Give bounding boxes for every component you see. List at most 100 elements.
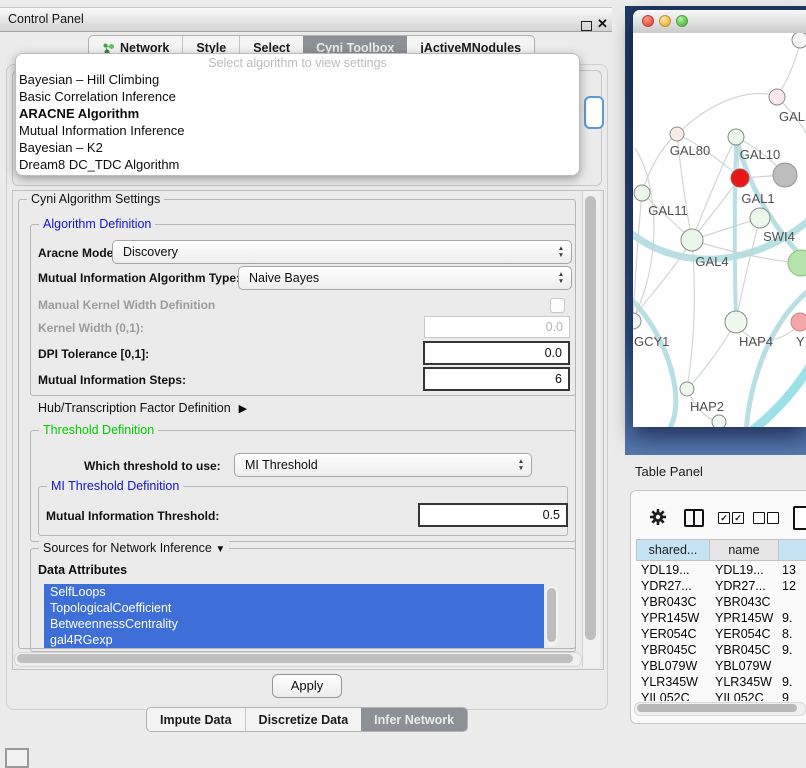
algorithm-option[interactable]: Bayesian – K2 [16, 139, 579, 156]
settings-vertical-scroll-thumb[interactable] [585, 196, 596, 640]
kernel-width-label: Kernel Width (0,1): [38, 321, 144, 335]
network-node-gal80[interactable] [670, 127, 684, 141]
group-title: Algorithm Definition [39, 217, 155, 231]
minimized-panel-icon[interactable] [5, 748, 29, 768]
node-label: GAL4 [695, 254, 728, 269]
table-cell: YBR045C [636, 642, 710, 658]
node-label: Y [796, 334, 805, 349]
tab-impute-data[interactable]: Impute Data [147, 708, 245, 731]
document-icon[interactable] [793, 506, 806, 530]
table-row[interactable]: YDL19...YDL19...13 [636, 562, 806, 578]
manual-kernel-checkbox[interactable] [550, 298, 565, 313]
network-node[interactable] [792, 33, 806, 48]
network-view-window: GALGAL80GAL10GAL1GAL11SWI4GAL4GCY1HAP4YH… [633, 10, 806, 427]
algorithm-option[interactable]: Mutual Information Inference [16, 122, 579, 139]
table-row[interactable]: YPR145WYPR145W9. [636, 610, 806, 626]
attributes-scroll-thumb[interactable] [547, 588, 556, 642]
network-node-swi4[interactable] [750, 208, 770, 228]
node-label: SWI4 [763, 229, 795, 244]
network-node-gal11[interactable] [634, 185, 650, 201]
column-header-name[interactable]: name [710, 539, 779, 561]
algorithm-options-list: Bayesian – Hill ClimbingBasic Correlatio… [16, 71, 579, 173]
network-node-gcy1[interactable] [633, 313, 641, 329]
check-glyph: ✓ [734, 513, 742, 523]
bottom-tabbar: Impute Data Discretize Data Infer Networ… [146, 707, 468, 732]
mi-steps-field[interactable]: 6 [423, 367, 570, 391]
checked-box-icon[interactable]: ✓ [718, 512, 730, 524]
node-label: GAL10 [740, 147, 780, 162]
network-canvas[interactable]: GALGAL80GAL10GAL1GAL11SWI4GAL4GCY1HAP4YH… [633, 33, 806, 427]
table-row[interactable]: YBR043CYBR043C [636, 594, 806, 610]
minimize-traffic-light[interactable] [659, 15, 671, 27]
table-row[interactable]: YER054CYER054C8. [636, 626, 806, 642]
network-node[interactable] [712, 415, 726, 427]
dpi-tolerance-field[interactable]: 0.0 [423, 341, 570, 365]
group-title: Cyni Algorithm Settings [27, 192, 164, 206]
table-row[interactable]: YLR345WYLR345W9. [636, 674, 806, 690]
attribute-item[interactable]: SelfLoops [44, 584, 544, 600]
focused-combo-fragment[interactable] [584, 96, 604, 129]
network-node[interactable] [788, 250, 806, 276]
float-window-button[interactable] [581, 21, 592, 31]
table-cell: YER054C [636, 626, 710, 642]
table-cell: YDL19... [636, 562, 710, 578]
network-node[interactable] [773, 163, 797, 187]
table-row[interactable]: YDR27...YDR27...12 [636, 578, 806, 594]
checked-box-icon[interactable]: ✓ [732, 512, 744, 524]
network-node-hap4[interactable] [725, 311, 747, 333]
hub-definition-label: Hub/Transcription Factor Definition [38, 401, 231, 415]
tab-infer-network[interactable]: Infer Network [361, 708, 467, 731]
zoom-traffic-light[interactable] [676, 15, 688, 27]
tab-discretize-data[interactable]: Discretize Data [245, 708, 362, 731]
unchecked-box-icon[interactable] [753, 512, 765, 524]
algorithm-option[interactable]: ARACNE Algorithm [16, 105, 579, 122]
network-node-gal4[interactable] [681, 229, 703, 251]
sources-toggle[interactable]: Sources for Network Inference ▼ [39, 541, 229, 555]
network-node-hap2[interactable] [680, 382, 694, 396]
algorithm-option[interactable]: Bayesian – Hill Climbing [16, 71, 579, 88]
close-traffic-light[interactable] [642, 15, 654, 27]
table-row[interactable]: YBR045CYBR045C9. [636, 642, 806, 658]
node-label: GAL [779, 109, 805, 124]
network-node-y[interactable] [791, 313, 806, 331]
selected-value: Discovery [123, 245, 178, 259]
aracne-mode-select[interactable]: Discovery ▲▼ [112, 240, 572, 264]
network-node-gal1[interactable] [731, 169, 749, 187]
column-header-shared[interactable]: shared... [636, 539, 710, 561]
split-columns-icon[interactable] [684, 509, 704, 527]
settings-horizontal-scroll-thumb[interactable] [17, 654, 573, 663]
network-node-gal[interactable] [769, 89, 785, 105]
mi-threshold-field[interactable]: 0.5 [418, 503, 568, 527]
which-threshold-select[interactable]: MI Threshold ▲▼ [234, 453, 532, 477]
column-header-clipped[interactable] [779, 539, 806, 561]
attribute-item[interactable]: gal4RGexp [44, 632, 544, 648]
table-row[interactable]: YBL079WYBL079W [636, 658, 806, 674]
attribute-item[interactable]: TopologicalCoefficient [44, 600, 544, 616]
table-cell: 9 [779, 690, 806, 701]
kernel-width-field[interactable]: 0.0 [424, 316, 570, 338]
mi-type-select[interactable]: Naive Bayes ▲▼ [238, 266, 572, 290]
tab-label: Impute Data [160, 713, 232, 727]
table-horizontal-scroll-thumb[interactable] [637, 704, 797, 712]
stepper-icon: ▲▼ [556, 271, 566, 285]
apply-button[interactable]: Apply [272, 674, 342, 698]
selected-value: Naive Bayes [249, 271, 319, 285]
algorithm-option[interactable]: Dream8 DC_TDC Algorithm [16, 156, 579, 173]
expanded-arrow-icon: ▼ [215, 544, 225, 555]
selected-value: MI Threshold [245, 458, 318, 472]
close-panel-button[interactable]: ✕ [597, 17, 608, 31]
network-node-gal10[interactable] [728, 129, 744, 145]
gear-icon[interactable] [649, 508, 667, 526]
aracne-mode-label: Aracne Mode: [38, 246, 117, 260]
attribute-item[interactable]: BetweennessCentrality [44, 616, 544, 632]
unchecked-box-icon[interactable] [767, 512, 779, 524]
algorithm-option[interactable]: Basic Correlation Inference [16, 88, 579, 105]
sources-title: Sources for Network Inference [43, 541, 212, 555]
table-cell: YBR043C [636, 594, 710, 610]
table-cell: 9. [779, 642, 806, 658]
table-header-row: shared... name [636, 539, 806, 561]
network-window-titlebar[interactable] [633, 10, 806, 34]
network-edge [736, 218, 760, 322]
hub-definition-toggle[interactable]: Hub/Transcription Factor Definition▶ [38, 401, 247, 415]
table-row[interactable]: YIL052CYIL052C9 [636, 690, 806, 701]
